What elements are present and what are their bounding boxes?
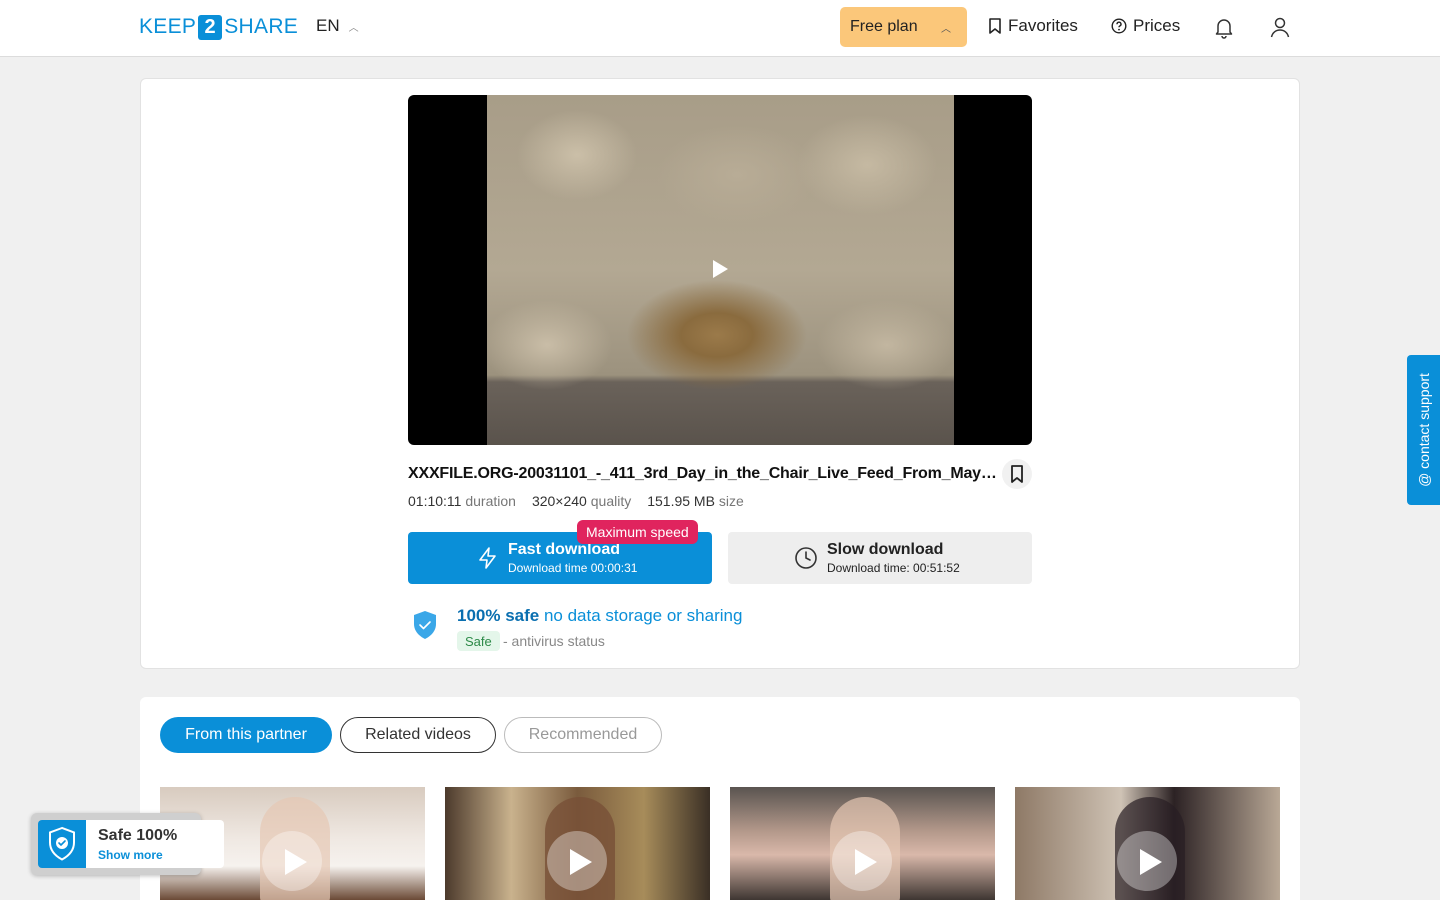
safe-widget-text-box: Safe 100% Show more xyxy=(86,820,224,868)
lightning-icon xyxy=(479,547,496,569)
logo-text-right: SHARE xyxy=(224,15,299,38)
chevron-up-icon: ︿ xyxy=(348,22,359,34)
maximum-speed-badge: Maximum speed xyxy=(577,520,698,544)
language-selector[interactable]: EN ︿ xyxy=(316,16,359,36)
tab-recommended[interactable]: Recommended xyxy=(504,717,662,753)
top-header: KEEP 2 SHARE EN ︿ Free plan ︿ Favorites … xyxy=(0,0,1440,57)
keep2share-logo[interactable]: KEEP 2 SHARE xyxy=(139,14,298,40)
chevron-up-icon: ︿ xyxy=(941,24,951,35)
file-title-row: XXXFILE.ORG-20031101_-_411_3rd_Day_in_th… xyxy=(408,459,1032,489)
video-player[interactable] xyxy=(408,95,1032,445)
safety-text: no data storage or sharing xyxy=(543,606,743,625)
logo-text-left: KEEP xyxy=(139,15,197,38)
duration-label: duration xyxy=(465,493,516,509)
logo-text-mid: 2 xyxy=(198,14,223,40)
safe-100-widget[interactable]: Safe 100% Show more xyxy=(31,813,224,875)
favorites-label: Favorites xyxy=(1008,16,1078,35)
slow-download-label: Slow download xyxy=(827,541,944,558)
file-title: XXXFILE.ORG-20031101_-_411_3rd_Day_in_th… xyxy=(408,465,998,482)
slow-download-time: Download time: 00:51:52 xyxy=(827,561,960,575)
antivirus-status-label: - antivirus status xyxy=(503,633,605,649)
add-to-favorites-button[interactable] xyxy=(1002,459,1032,489)
play-icon xyxy=(855,849,877,875)
file-meta: 01:10:11 duration 320×240 quality 151.95… xyxy=(408,493,744,509)
size-info: 151.95 MB size xyxy=(647,493,744,509)
plan-label: Free plan xyxy=(850,18,918,35)
size-label: size xyxy=(718,493,744,509)
duration-info: 01:10:11 duration xyxy=(408,493,516,509)
prices-label: Prices xyxy=(1133,16,1181,35)
quality-value: 320×240 xyxy=(531,493,587,509)
video-thumbnail[interactable] xyxy=(1015,787,1280,900)
contact-support-label: @ contact support xyxy=(1415,373,1432,487)
help-circle-icon xyxy=(1111,18,1127,34)
quality-label: quality xyxy=(590,493,632,509)
contact-support-tab[interactable]: @ contact support xyxy=(1407,355,1440,505)
shield-check-icon xyxy=(49,826,75,861)
prices-link[interactable]: Prices xyxy=(1111,16,1180,36)
play-icon xyxy=(285,849,307,875)
shield-check-icon xyxy=(414,611,436,639)
tab-from-this-partner[interactable]: From this partner xyxy=(160,717,332,753)
play-icon xyxy=(1140,849,1162,875)
safety-bold: 100% safe xyxy=(457,606,540,625)
video-thumbnail[interactable] xyxy=(445,787,710,900)
duration-value: 01:10:11 xyxy=(408,493,462,509)
bookmark-icon xyxy=(1011,465,1023,483)
safe-widget-title: Safe 100% xyxy=(98,827,178,844)
safety-statement: 100% safe no data storage or sharing xyxy=(457,606,742,626)
bell-icon[interactable] xyxy=(1212,15,1236,39)
user-icon[interactable] xyxy=(1268,15,1292,39)
bookmark-icon xyxy=(989,18,1001,34)
video-thumbnail[interactable] xyxy=(730,787,995,900)
play-icon xyxy=(570,849,592,875)
fast-download-time: Download time 00:00:31 xyxy=(508,561,638,575)
favorites-link[interactable]: Favorites xyxy=(988,16,1078,36)
safe-widget-icon-box xyxy=(38,820,86,868)
size-value: 151.95 MB xyxy=(647,493,715,509)
free-plan-dropdown[interactable]: Free plan ︿ xyxy=(840,7,967,47)
play-icon[interactable] xyxy=(713,260,728,278)
tab-related-videos[interactable]: Related videos xyxy=(340,717,496,753)
show-more-link[interactable]: Show more xyxy=(98,848,163,862)
antivirus-safe-badge: Safe xyxy=(457,631,500,651)
clock-icon xyxy=(795,547,817,569)
slow-download-button[interactable]: Slow download Download time: 00:51:52 xyxy=(728,532,1032,584)
language-label: EN xyxy=(316,16,340,35)
quality-info: 320×240 quality xyxy=(532,493,631,509)
